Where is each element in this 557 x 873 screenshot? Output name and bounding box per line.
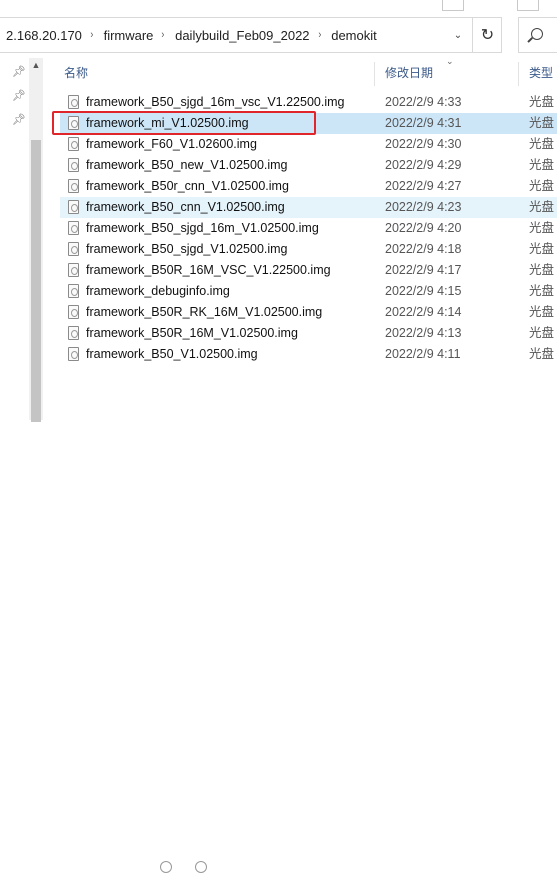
disc-image-file-icon bbox=[68, 95, 79, 109]
file-name: framework_debuginfo.img bbox=[86, 284, 230, 298]
file-name: framework_B50_V1.02500.img bbox=[86, 347, 258, 361]
disc-image-file-icon bbox=[68, 284, 79, 298]
breadcrumb-separator-icon[interactable]: › bbox=[159, 29, 168, 41]
file-date-modified: 2022/2/9 4:20 bbox=[385, 221, 462, 235]
file-name: framework_B50_new_V1.02500.img bbox=[86, 158, 288, 172]
file-name: framework_B50_sjgd_V1.02500.img bbox=[86, 242, 288, 256]
file-date-modified: 2022/2/9 4:18 bbox=[385, 242, 462, 256]
column-header-date-modified[interactable]: 修改日期 bbox=[385, 58, 433, 88]
file-name: framework_B50R_RK_16M_V1.02500.img bbox=[86, 305, 323, 319]
file-name: framework_B50_sjgd_16m_V1.02500.img bbox=[86, 221, 319, 235]
pin-icon[interactable]: 📌︎ bbox=[12, 89, 26, 102]
disc-image-file-icon bbox=[68, 179, 79, 193]
column-divider[interactable] bbox=[518, 62, 519, 86]
file-type: 光盘 bbox=[529, 179, 555, 193]
file-name: framework_B50_sjgd_16m_vsc_V1.22500.img bbox=[86, 95, 345, 109]
status-bar bbox=[0, 428, 557, 873]
disc-image-file-icon bbox=[68, 326, 79, 340]
file-row[interactable]: framework_B50_new_V1.02500.img 2022/2/9 4… bbox=[60, 155, 557, 176]
scroll-up-arrow-icon[interactable]: ▲ bbox=[29, 58, 43, 72]
file-type: 光盘 bbox=[529, 221, 555, 235]
refresh-icon[interactable]: ↻ bbox=[472, 18, 502, 52]
breadcrumb-item[interactable]: demokit bbox=[325, 28, 381, 43]
file-date-modified: 2022/2/9 4:23 bbox=[385, 200, 462, 214]
file-type: 光盘 bbox=[529, 158, 555, 172]
window-top-strip bbox=[0, 0, 557, 14]
file-type: 光盘 bbox=[529, 263, 555, 277]
file-date-modified: 2022/2/9 4:13 bbox=[385, 326, 462, 340]
file-row[interactable]: framework_B50_sjgd_V1.02500.img 2022/2/9 … bbox=[60, 239, 557, 260]
window-control-left[interactable] bbox=[442, 0, 464, 11]
status-indicator-icon bbox=[160, 861, 172, 873]
file-row[interactable]: framework_F60_V1.02600.img 2022/2/9 4:30 光… bbox=[60, 134, 557, 155]
file-date-modified: 2022/2/9 4:29 bbox=[385, 158, 462, 172]
pin-icon[interactable]: 📌︎ bbox=[12, 65, 26, 78]
file-date-modified: 2022/2/9 4:30 bbox=[385, 137, 462, 151]
file-row[interactable]: framework_B50_V1.02500.img 2022/2/9 4:11 光… bbox=[60, 344, 557, 365]
column-divider[interactable] bbox=[374, 62, 375, 86]
file-type: 光盘 bbox=[529, 242, 555, 256]
file-date-modified: 2022/2/9 4:15 bbox=[385, 284, 462, 298]
file-row[interactable]: framework_B50r_cnn_V1.02500.img 2022/2/9 … bbox=[60, 176, 557, 197]
chevron-down-icon[interactable]: ⌄ bbox=[447, 18, 469, 52]
file-type: 光盘 bbox=[529, 284, 555, 298]
search-icon bbox=[531, 28, 543, 40]
sort-caret-icon: ⌄ bbox=[446, 56, 454, 66]
nav-scrollbar-thumb[interactable] bbox=[31, 140, 41, 422]
breadcrumb-separator-icon[interactable]: › bbox=[315, 29, 324, 41]
file-row[interactable]: framework_debuginfo.img 2022/2/9 4:15 光盘 bbox=[60, 281, 557, 302]
file-type: 光盘 bbox=[529, 137, 555, 151]
file-row[interactable]: framework_B50_cnn_V1.02500.img 2022/2/9 4… bbox=[60, 197, 557, 218]
file-row[interactable]: framework_B50R_16M_VSC_V1.22500.img 2022/… bbox=[60, 260, 557, 281]
disc-image-file-icon bbox=[68, 221, 79, 235]
file-date-modified: 2022/2/9 4:17 bbox=[385, 263, 462, 277]
file-date-modified: 2022/2/9 4:11 bbox=[385, 347, 461, 361]
file-row[interactable]: framework_B50_sjgd_16m_vsc_V1.22500.img 2… bbox=[60, 92, 557, 113]
window-control-right[interactable] bbox=[517, 0, 539, 11]
file-type: 光盘 bbox=[529, 347, 555, 361]
file-date-modified: 2022/2/9 4:27 bbox=[385, 179, 462, 193]
annotation-highlight-box bbox=[52, 111, 316, 135]
breadcrumb-item[interactable]: 2.168.20.170 bbox=[0, 28, 86, 43]
file-row[interactable]: framework_B50R_16M_V1.02500.img 2022/2/9 … bbox=[60, 323, 557, 344]
status-indicator-icon bbox=[195, 861, 207, 873]
disc-image-file-icon bbox=[68, 137, 79, 151]
breadcrumb-item[interactable]: firmware bbox=[98, 28, 158, 43]
file-date-modified: 2022/2/9 4:31 bbox=[385, 116, 462, 130]
file-name: framework_B50_cnn_V1.02500.img bbox=[86, 200, 285, 214]
disc-image-file-icon bbox=[68, 263, 79, 277]
disc-image-file-icon bbox=[68, 347, 79, 361]
file-name: framework_F60_V1.02600.img bbox=[86, 137, 257, 151]
file-type: 光盘 bbox=[529, 95, 555, 109]
file-row[interactable]: framework_B50_sjgd_16m_V1.02500.img 2022/… bbox=[60, 218, 557, 239]
column-header-type[interactable]: 类型 bbox=[529, 58, 553, 88]
file-date-modified: 2022/2/9 4:33 bbox=[385, 95, 462, 109]
disc-image-file-icon bbox=[68, 305, 79, 319]
address-bar[interactable]: 2.168.20.170 › firmware › dailybuild_Feb… bbox=[0, 17, 502, 53]
breadcrumb-item[interactable]: dailybuild_Feb09_2022 bbox=[169, 28, 313, 43]
file-type: 光盘 bbox=[529, 305, 555, 319]
file-type: 光盘 bbox=[529, 200, 555, 214]
file-type: 光盘 bbox=[529, 326, 555, 340]
file-row[interactable]: framework_B50R_RK_16M_V1.02500.img 2022/2… bbox=[60, 302, 557, 323]
disc-image-file-icon bbox=[68, 158, 79, 172]
column-header-row: 名称 ⌄ 修改日期 类型 bbox=[56, 56, 557, 88]
disc-image-file-icon bbox=[68, 200, 79, 214]
column-header-name[interactable]: 名称 bbox=[64, 58, 88, 88]
file-type: 光盘 bbox=[529, 116, 555, 130]
breadcrumb: 2.168.20.170 › firmware › dailybuild_Feb… bbox=[0, 18, 381, 52]
file-name: framework_B50r_cnn_V1.02500.img bbox=[86, 179, 289, 193]
search-input[interactable] bbox=[518, 17, 557, 53]
disc-image-file-icon bbox=[68, 242, 79, 256]
file-date-modified: 2022/2/9 4:14 bbox=[385, 305, 462, 319]
file-name: framework_B50R_16M_V1.02500.img bbox=[86, 326, 298, 340]
file-name: framework_B50R_16M_VSC_V1.22500.img bbox=[86, 263, 331, 277]
breadcrumb-separator-icon[interactable]: › bbox=[87, 29, 96, 41]
pin-icon[interactable]: 📌︎ bbox=[12, 113, 26, 126]
